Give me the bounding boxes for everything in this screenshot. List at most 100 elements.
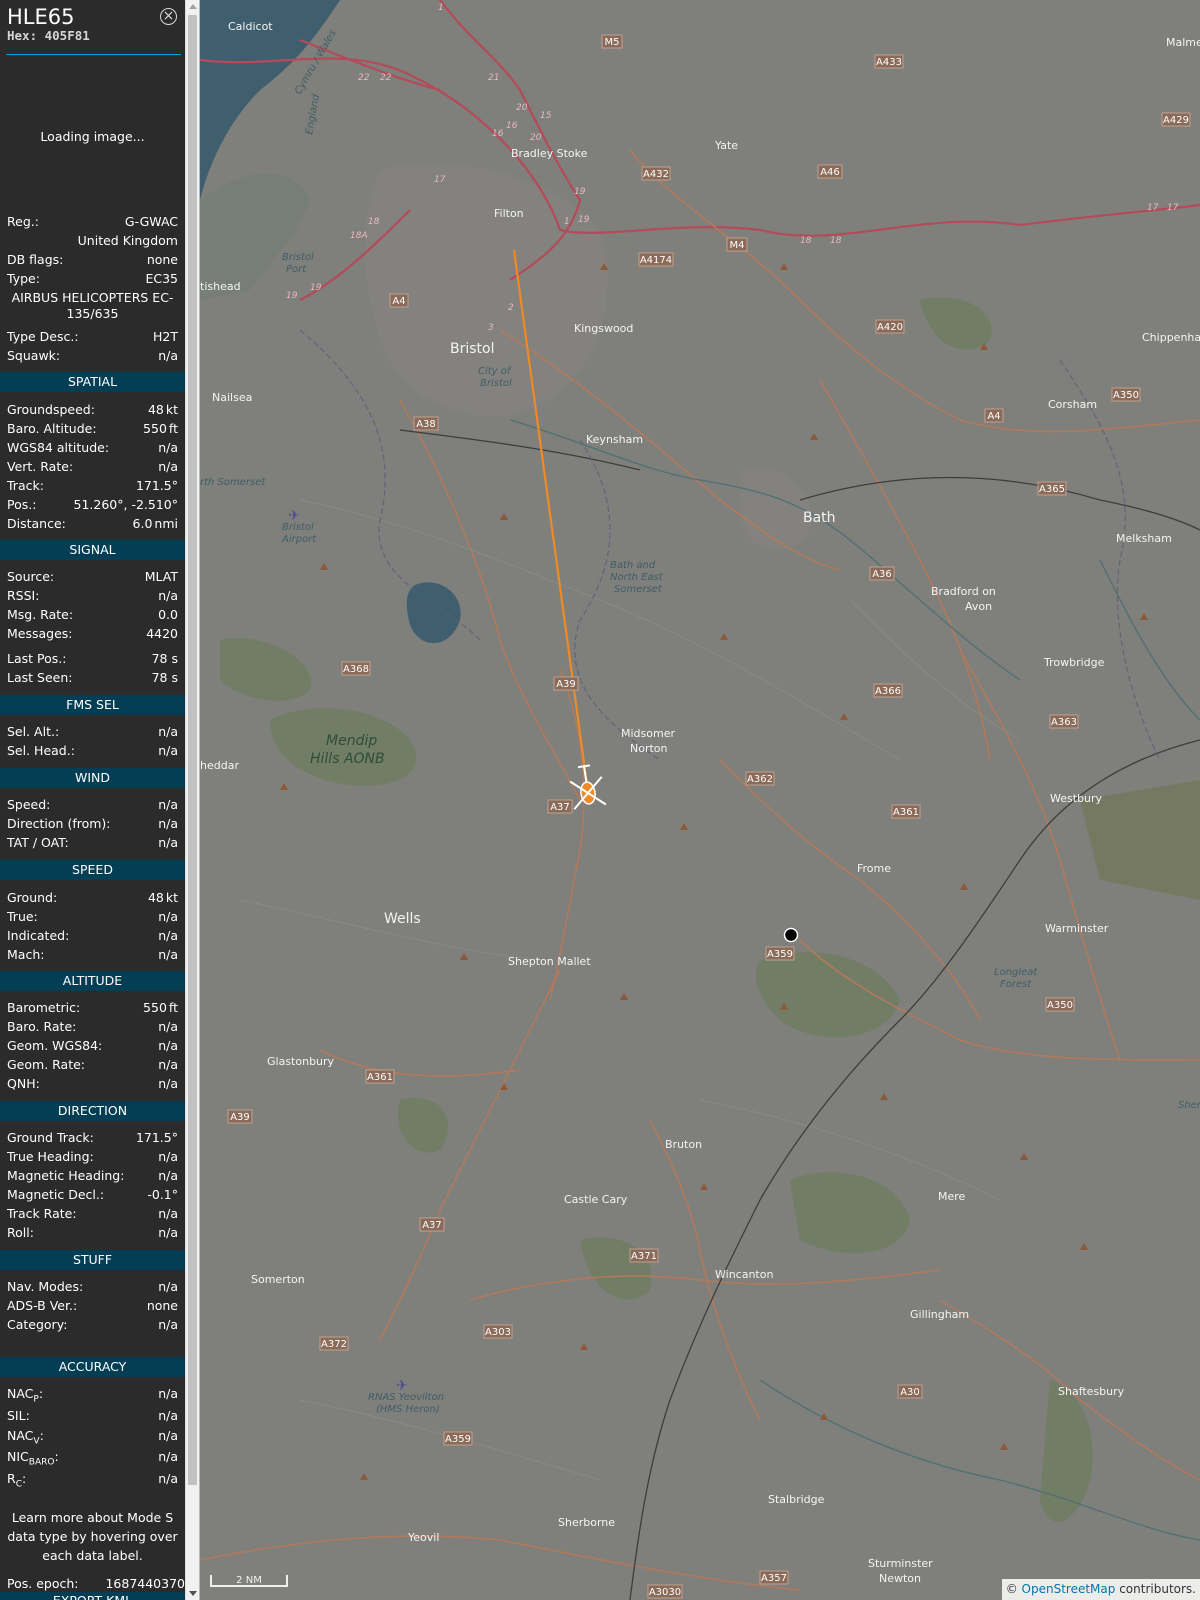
adsb-ver-label[interactable]: ADS-B Ver.:	[7, 1296, 77, 1315]
track-rate-label[interactable]: Track Rate:	[7, 1204, 77, 1223]
aircraft-header: HLE65 Hex: 405F81	[7, 5, 90, 43]
baro-altitude-label[interactable]: Baro. Altitude:	[7, 419, 97, 438]
section-spatial: SPATIAL	[0, 372, 185, 392]
geom-wgs84-row: Geom. WGS84: n/a	[7, 1036, 178, 1055]
source-label[interactable]: Source:	[7, 567, 54, 586]
reg-value: G-GWAC	[124, 214, 178, 229]
db-flags-label[interactable]: DB flags:	[7, 250, 63, 269]
scroll-up-arrow-icon[interactable]	[189, 4, 197, 9]
groundspeed-label[interactable]: Groundspeed:	[7, 400, 95, 419]
section-fms-sel: FMS SEL	[0, 695, 185, 715]
squawk-row: Squawk: n/a	[7, 346, 178, 365]
place-westbury: Westbury	[1050, 792, 1103, 805]
nav-modes-label[interactable]: Nav. Modes:	[7, 1277, 83, 1296]
category-label[interactable]: Category:	[7, 1315, 67, 1334]
tat-oat-label[interactable]: TAT / OAT:	[7, 833, 69, 852]
scroll-down-arrow-icon[interactable]	[189, 1591, 197, 1596]
nav-modes-value: n/a	[158, 1279, 178, 1294]
geom-rate-label[interactable]: Geom. Rate:	[7, 1055, 85, 1074]
indicated-speed-row: Indicated: n/a	[7, 926, 178, 945]
type-desc-label[interactable]: Type Desc.:	[7, 327, 79, 346]
msg-rate-label[interactable]: Msg. Rate:	[7, 605, 73, 624]
ground-track-label[interactable]: Ground Track:	[7, 1128, 94, 1147]
mach-label[interactable]: Mach:	[7, 945, 44, 964]
sel-head-label[interactable]: Sel. Head.:	[7, 741, 75, 760]
nicbaro-label[interactable]: NICBARO:	[7, 1447, 59, 1468]
rssi-label[interactable]: RSSI:	[7, 586, 39, 605]
last-pos-label[interactable]: Last Pos.:	[7, 649, 66, 668]
wind-speed-row: Speed: n/a	[7, 795, 178, 814]
road-label-a303: A303	[485, 1327, 511, 1338]
wind-speed-label[interactable]: Speed:	[7, 795, 50, 814]
sil-label[interactable]: SIL:	[7, 1406, 30, 1425]
openstreetmap-link[interactable]: OpenStreetMap	[1022, 1582, 1116, 1596]
pos-epoch-label[interactable]: Pos. epoch:	[7, 1574, 78, 1593]
rc-label[interactable]: RC:	[7, 1469, 26, 1490]
road-label-a37: A37	[550, 802, 570, 813]
baro-rate-label[interactable]: Baro. Rate:	[7, 1017, 76, 1036]
close-icon[interactable]: ×	[160, 8, 177, 25]
rssi-row: RSSI: n/a	[7, 586, 178, 605]
type-label[interactable]: Type:	[7, 269, 40, 288]
last-pos-row: Last Pos.: 78 s	[7, 649, 178, 668]
sel-alt-label[interactable]: Sel. Alt.:	[7, 722, 59, 741]
road-label-a363: A363	[1051, 717, 1077, 728]
road-shield: M5	[601, 34, 623, 49]
nacv-label[interactable]: NACV:	[7, 1426, 44, 1447]
position-label[interactable]: Pos.:	[7, 495, 36, 514]
squawk-label[interactable]: Squawk:	[7, 346, 60, 365]
sel-alt-row: Sel. Alt.: n/a	[7, 722, 178, 741]
road-label-a350-north: A350	[1113, 390, 1139, 401]
vert-rate-label[interactable]: Vert. Rate:	[7, 457, 73, 476]
reg-label[interactable]: Reg.:	[7, 212, 39, 231]
road-label-m4: M4	[730, 240, 745, 251]
road-label-m5: M5	[605, 37, 620, 48]
indicated-speed-label[interactable]: Indicated:	[7, 926, 69, 945]
place-bradford-on-avon-2: Avon	[965, 600, 992, 613]
nacv-value: n/a	[158, 1428, 178, 1443]
map-view[interactable]: ✈ ✈ M5 M4 A433 A429 A432 A46 A4174 A4 A4…	[200, 0, 1200, 1600]
sil-value: n/a	[158, 1408, 178, 1423]
export-kml-button[interactable]: EXPORT KML	[0, 1592, 185, 1600]
category-row: Category: n/a	[7, 1315, 178, 1334]
sel-head-value: n/a	[158, 743, 178, 758]
place-keynsham: Keynsham	[586, 433, 643, 446]
junction-17: 17	[434, 175, 446, 185]
place-midsomer-norton-2: Norton	[630, 742, 668, 755]
nacp-row: NACP: n/a	[7, 1384, 178, 1405]
true-heading-label[interactable]: True Heading:	[7, 1147, 94, 1166]
track-rate-value: n/a	[158, 1206, 178, 1221]
ground-speed-label[interactable]: Ground:	[7, 888, 57, 907]
distance-label[interactable]: Distance:	[7, 514, 66, 533]
receiver-location-marker[interactable]	[783, 927, 799, 943]
last-seen-label[interactable]: Last Seen:	[7, 668, 72, 687]
section-stuff: STUFF	[0, 1250, 185, 1270]
map-canvas[interactable]: ✈ ✈ M5 M4 A433 A429 A432 A46 A4174 A4 A4…	[200, 0, 1200, 1600]
wgs84-altitude-label[interactable]: WGS84 altitude:	[7, 438, 109, 457]
pos-epoch-row: Pos. epoch: 1687440370	[7, 1574, 185, 1593]
track-label[interactable]: Track:	[7, 476, 44, 495]
attribution-suffix: contributors.	[1115, 1582, 1196, 1596]
place-castle-cary: Castle Cary	[564, 1193, 628, 1206]
place-bath: Bath	[803, 510, 836, 526]
place-bradford-on-avon-1: Bradford on	[931, 585, 996, 598]
magnetic-decl-value: -0.1°	[147, 1187, 178, 1202]
scrollbar-thumb[interactable]	[188, 15, 197, 1485]
place-wincanton: Wincanton	[715, 1268, 773, 1281]
place-malmesbury: Malme	[1166, 36, 1200, 49]
wind-direction-label[interactable]: Direction (from):	[7, 814, 111, 833]
qnh-label[interactable]: QNH:	[7, 1074, 40, 1093]
vert-rate-row: Vert. Rate: n/a	[7, 457, 178, 476]
sidebar-scrollbar[interactable]	[185, 0, 200, 1600]
nacp-label[interactable]: NACP:	[7, 1384, 43, 1405]
nacv-row: NACV: n/a	[7, 1426, 178, 1447]
messages-label[interactable]: Messages:	[7, 624, 73, 643]
magnetic-heading-label[interactable]: Magnetic Heading:	[7, 1166, 124, 1185]
barometric-label[interactable]: Barometric:	[7, 998, 80, 1017]
place-caldicot: Caldicot	[228, 20, 273, 33]
section-wind: WIND	[0, 768, 185, 788]
geom-wgs84-label[interactable]: Geom. WGS84:	[7, 1036, 102, 1055]
roll-label[interactable]: Roll:	[7, 1223, 34, 1242]
magnetic-decl-label[interactable]: Magnetic Decl.:	[7, 1185, 104, 1204]
true-speed-label[interactable]: True:	[7, 907, 38, 926]
